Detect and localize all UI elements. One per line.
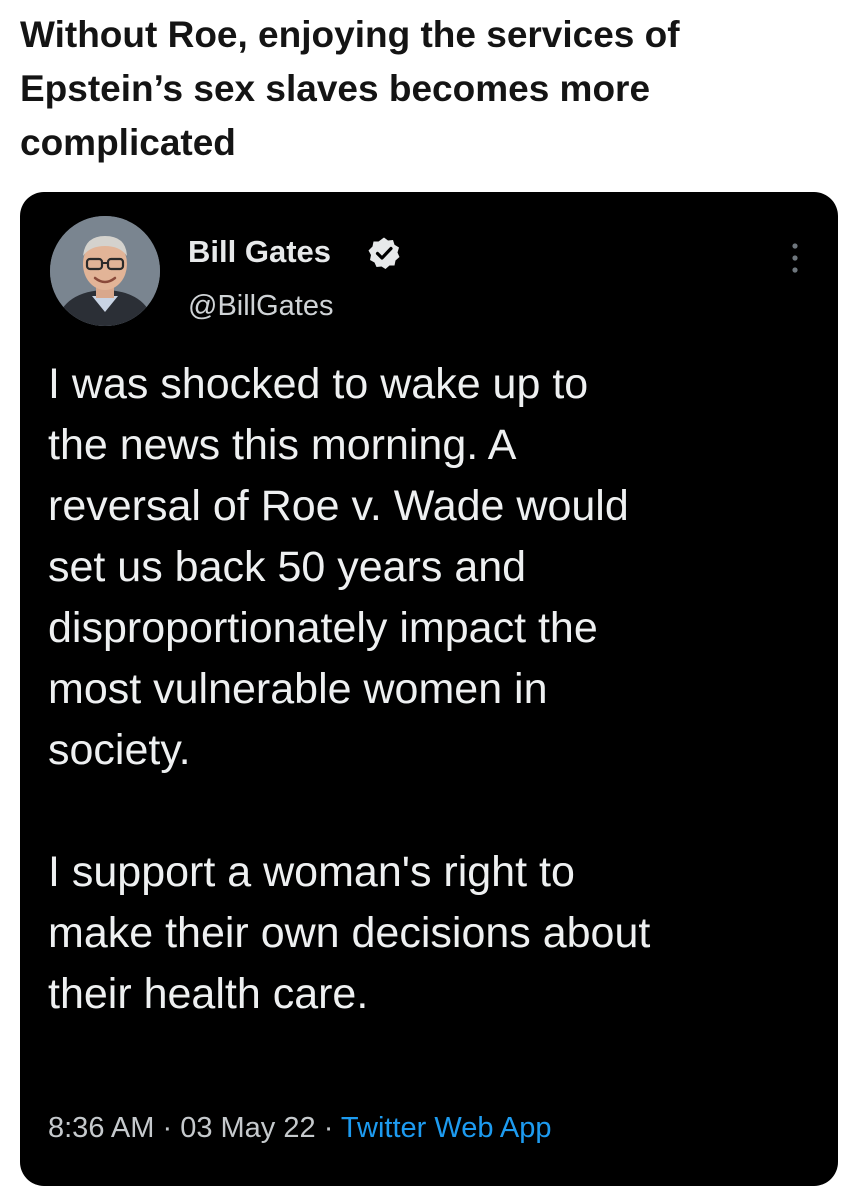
author-display-name[interactable]: Bill Gates (188, 234, 331, 270)
tweet-text: I was shocked to wake up to the news thi… (48, 354, 818, 1025)
author-handle[interactable]: @BillGates (188, 290, 333, 323)
meta-separator: · (162, 1112, 173, 1144)
tweet-date[interactable]: 03 May 22 (180, 1112, 315, 1144)
more-options-icon[interactable] (783, 238, 807, 278)
profile-photo-icon (50, 216, 160, 326)
page: Without Roe, enjoying the services of Ep… (0, 0, 852, 1200)
tweet-time[interactable]: 8:36 AM (48, 1112, 154, 1144)
tweet-card[interactable]: Bill Gates @BillGates I was shocked to w… (20, 192, 838, 1186)
post-caption: Without Roe, enjoying the services of Ep… (20, 14, 680, 163)
tweet-paragraph: I support a woman's right to make their … (48, 848, 651, 1018)
tweet-paragraph: I was shocked to wake up to the news thi… (48, 360, 629, 774)
avatar[interactable] (50, 216, 160, 326)
tweet-metadata: 8:36 AM · 03 May 22 · Twitter Web App (48, 1112, 552, 1145)
meta-separator: · (323, 1112, 334, 1144)
tweet-source-link[interactable]: Twitter Web App (341, 1112, 552, 1144)
verified-badge-icon (368, 237, 400, 269)
